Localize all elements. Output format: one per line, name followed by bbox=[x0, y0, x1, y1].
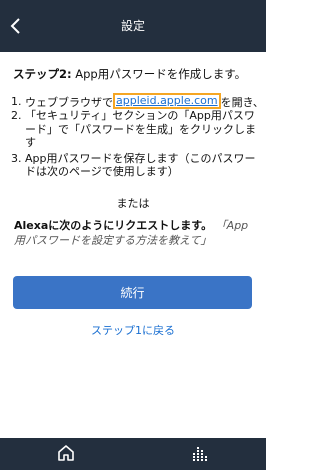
home-button[interactable] bbox=[56, 443, 76, 463]
step2-label: ステップ2: bbox=[13, 67, 72, 81]
continue-button[interactable]: 続行 bbox=[13, 276, 252, 309]
step-text: を開き、 bbox=[220, 96, 264, 109]
step2-text: App用パスワードを作成します。 bbox=[71, 67, 247, 81]
step-number: 2. bbox=[11, 109, 22, 122]
link-highlight: appleid.apple.com bbox=[113, 93, 221, 109]
step-text: 「セキュリティ」セクションの「App用パスワード」で「パスワードを生成」をクリッ… bbox=[25, 109, 256, 149]
list-item: 3. App用パスワードを保存します（このパスワードは次のページで使用します） bbox=[11, 152, 259, 179]
home-icon bbox=[58, 445, 74, 461]
appleid-link[interactable]: appleid.apple.com bbox=[116, 94, 218, 107]
player-button[interactable] bbox=[190, 443, 210, 463]
list-item: 1. ウェブブラウザで appleid.apple.com を開き、 bbox=[11, 93, 264, 109]
page-title: 設定 bbox=[120, 19, 145, 33]
bottom-nav-bar bbox=[0, 438, 266, 470]
step-number: 3. bbox=[11, 151, 22, 165]
step-text: App用パスワードを保存します（このパスワードは次のページで使用します） bbox=[25, 151, 256, 179]
alexa-phrase-start: 「App bbox=[215, 219, 249, 232]
alexa-phrase: 用パスワードを設定する方法を教えて」 bbox=[14, 234, 212, 247]
step-text: ウェブブラウザで bbox=[25, 96, 113, 109]
alexa-request-label: Alexaに次のようにリクエストします。 bbox=[14, 219, 213, 232]
step2-heading: ステップ2: App用パスワードを作成します。 bbox=[13, 67, 258, 81]
list-item: 2. 「セキュリティ」セクションの「App用パスワード」で「パスワードを生成」を… bbox=[11, 109, 259, 150]
step-list: 1. ウェブブラウザで appleid.apple.com を開き、 2. 「セキュ… bbox=[11, 93, 264, 179]
step-number: 1. bbox=[11, 95, 22, 108]
back-to-step1-link[interactable]: ステップ1に戻る bbox=[0, 324, 266, 337]
equalizer-icon bbox=[193, 447, 207, 461]
header-bar: 設定 bbox=[0, 0, 266, 52]
or-divider: または bbox=[116, 197, 150, 210]
alexa-request: Alexaに次のようにリクエストします。 「App 用パスワードを設定する方法を… bbox=[14, 218, 259, 248]
